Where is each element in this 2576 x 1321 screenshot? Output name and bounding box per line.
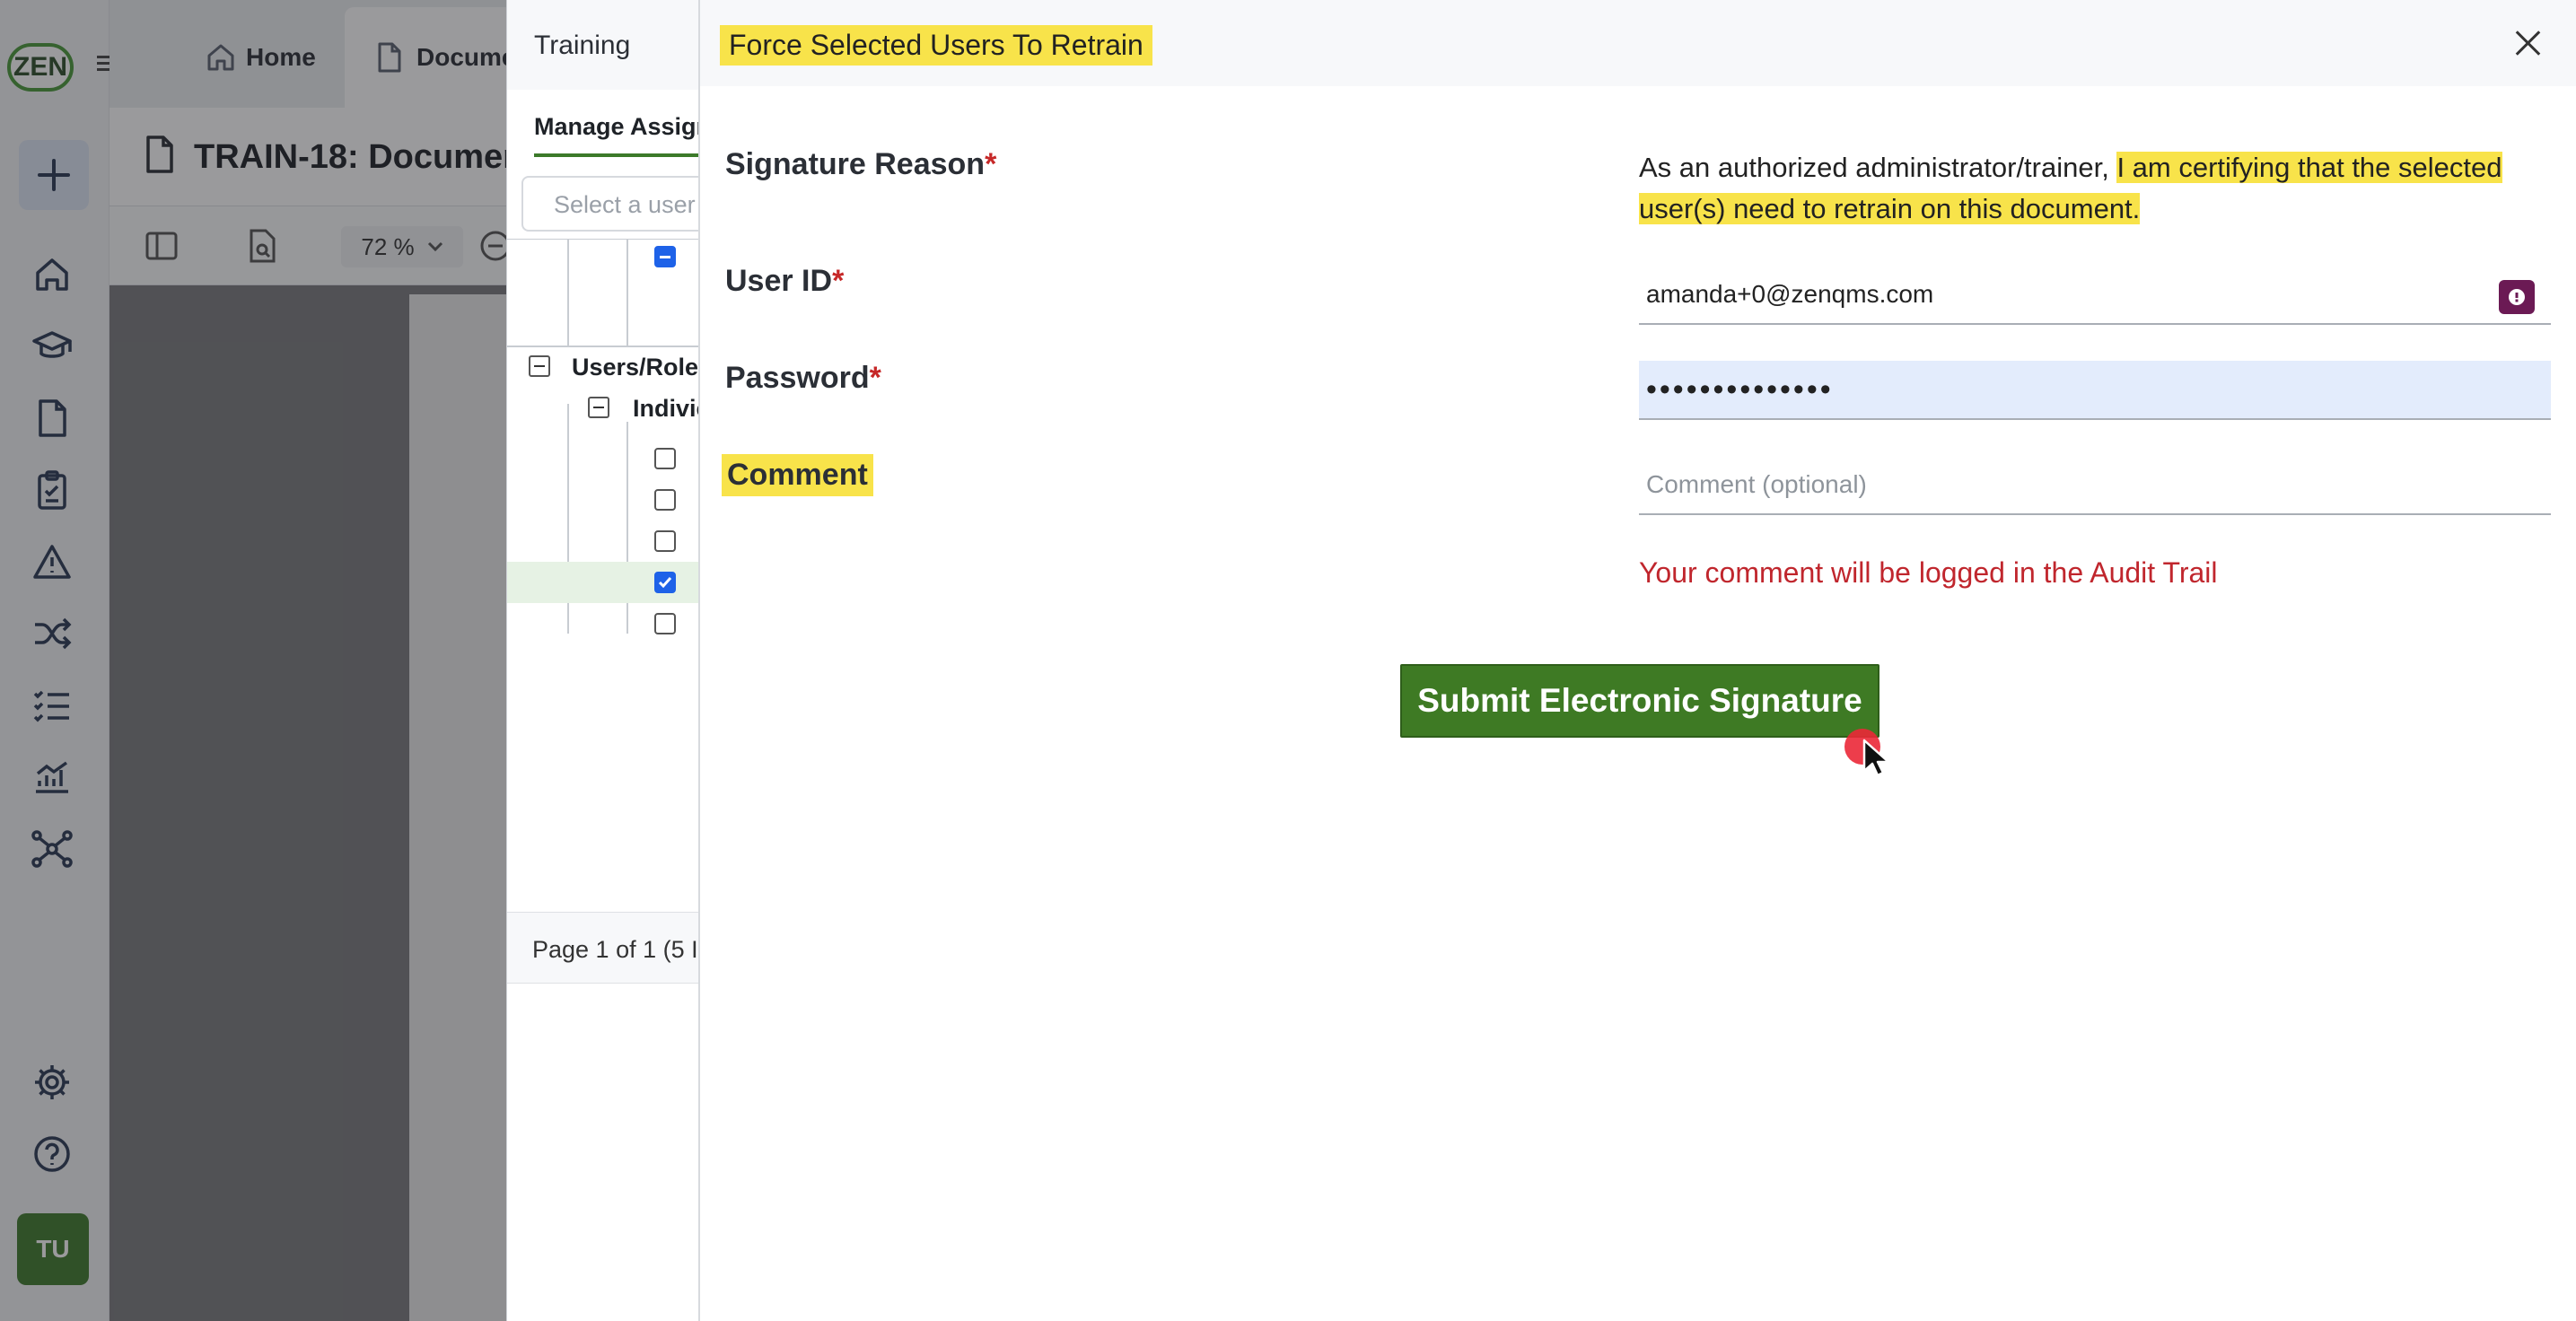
user-id-label: User ID* — [725, 264, 844, 299]
close-icon[interactable] — [2513, 29, 2542, 57]
audit-trail-note: Your comment will be logged in the Audit… — [1639, 556, 2218, 589]
table-row[interactable] — [507, 562, 714, 603]
signature-reason-label: Signature Reason* — [725, 147, 996, 182]
signature-reason-text-block: As an authorized administrator/trainer, … — [1639, 147, 2545, 230]
comment-label: Comment — [722, 454, 873, 496]
tab-manage-assignments[interactable]: Manage Assign — [534, 113, 712, 157]
mouse-pointer-icon — [1862, 739, 1890, 777]
table-row[interactable] — [507, 603, 714, 644]
modal-title: Force Selected Users To Retrain — [720, 25, 1152, 66]
training-panel-title: Training — [534, 31, 631, 60]
password-field[interactable] — [1639, 361, 2551, 420]
submit-signature-button[interactable]: Submit Electronic Signature — [1400, 664, 1879, 738]
user-id-label-text: User ID — [725, 264, 833, 298]
table-row[interactable] — [507, 438, 714, 479]
signature-modal: Force Selected Users To Retrain Signatur… — [698, 0, 2576, 1321]
password-label-text: Password — [725, 361, 870, 395]
user-id-field[interactable] — [1639, 266, 2551, 325]
collapse-users-roles[interactable] — [529, 355, 550, 377]
password-label: Password* — [725, 361, 881, 396]
required-asterisk: * — [985, 147, 997, 181]
reason-plain: As an authorized administrator/trainer, — [1639, 152, 2117, 183]
pagination-footer: Page 1 of 1 (5 It — [507, 912, 714, 984]
group-users-roles: Users/Role — [572, 354, 699, 381]
row-checkbox[interactable] — [654, 613, 676, 634]
row-checkbox[interactable] — [654, 530, 676, 552]
required-asterisk: * — [869, 361, 881, 395]
user-id-input[interactable] — [1639, 266, 2551, 323]
row-checkbox[interactable] — [654, 489, 676, 511]
table-row[interactable] — [507, 521, 714, 562]
comment-field[interactable] — [1639, 456, 2551, 515]
required-asterisk: * — [832, 264, 845, 298]
password-input[interactable] — [1639, 361, 2551, 418]
row-checkbox[interactable] — [654, 572, 676, 593]
table-row[interactable] — [507, 479, 714, 521]
row-checkbox[interactable] — [654, 448, 676, 469]
select-all-checkbox[interactable] — [654, 246, 676, 267]
modal-header: Force Selected Users To Retrain — [700, 0, 2576, 86]
signature-reason-text: Signature Reason — [725, 147, 986, 181]
password-manager-icon[interactable] — [2499, 280, 2535, 314]
pagination-text: Page 1 of 1 (5 It — [532, 936, 705, 963]
collapse-individuals[interactable] — [588, 397, 609, 418]
comment-input[interactable] — [1639, 456, 2551, 513]
check-icon — [658, 577, 672, 589]
